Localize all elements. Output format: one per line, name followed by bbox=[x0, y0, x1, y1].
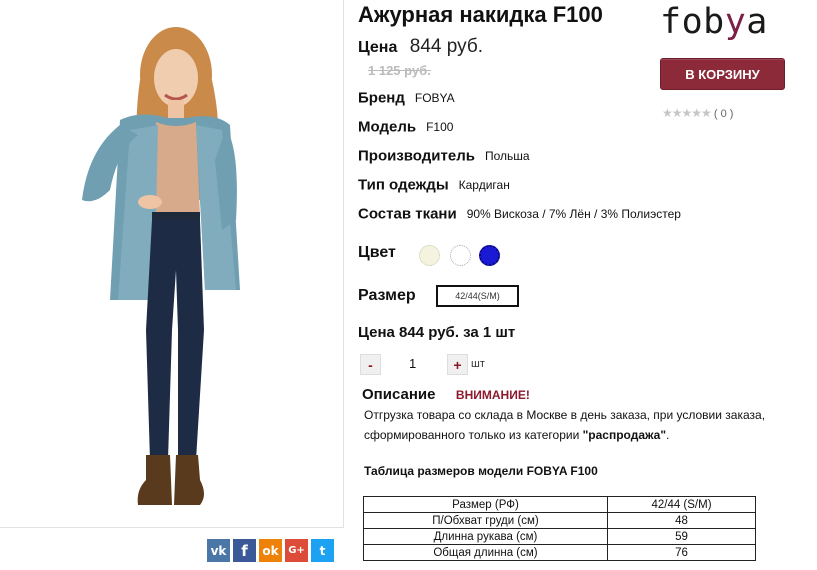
price-label: Цена bbox=[358, 39, 398, 56]
color-swatch-white[interactable] bbox=[450, 245, 471, 266]
spec-fabric-value: 90% Вискоза / 7% Лён / 3% Полиэстер bbox=[466, 206, 681, 221]
table-cell: 42/44 (S/M) bbox=[607, 496, 756, 513]
quantity-value[interactable]: 1 bbox=[409, 356, 416, 371]
spec-maker: Производитель Польша bbox=[358, 147, 530, 165]
price-row: Цена 844 руб. bbox=[358, 36, 483, 58]
spec-model-label: Модель bbox=[358, 118, 417, 136]
twitter-icon[interactable]: t bbox=[311, 539, 334, 562]
spec-model-value: F100 bbox=[426, 119, 454, 134]
table-cell: 76 bbox=[607, 544, 756, 561]
color-label-row: Цвет bbox=[358, 244, 396, 262]
product-photo[interactable] bbox=[0, 0, 344, 528]
table-row: П/Обхват груди (см) 48 bbox=[363, 512, 756, 529]
spec-type-label: Тип одежды bbox=[358, 176, 449, 194]
vk-icon[interactable]: vk bbox=[207, 539, 230, 562]
quantity-unit: шт bbox=[471, 358, 485, 370]
old-price: 1 125 руб. bbox=[368, 63, 431, 78]
unit-price: Цена 844 руб. за 1 шт bbox=[358, 324, 516, 341]
description-text: Отгрузка товара со склада в Москве в ден… bbox=[364, 408, 766, 442]
odnoklassniki-icon[interactable]: ok bbox=[259, 539, 282, 562]
size-option[interactable]: 42/44(S/M) bbox=[436, 285, 519, 307]
table-cell: 59 bbox=[607, 528, 756, 545]
table-row: Общая длинна (см) 76 bbox=[363, 544, 756, 561]
color-swatch-cream[interactable] bbox=[419, 245, 440, 266]
google-plus-icon[interactable]: G+ bbox=[285, 539, 308, 562]
spec-brand: Бренд FOBYA bbox=[358, 89, 455, 107]
table-cell: П/Обхват груди (см) bbox=[363, 512, 608, 529]
spec-fabric: Состав ткани 90% Вискоза / 7% Лён / 3% По… bbox=[358, 205, 681, 223]
table-row: Длинна рукава (см) 59 bbox=[363, 528, 756, 545]
size-table: Размер (РФ) 42/44 (S/M) П/Обхват груди (… bbox=[363, 496, 756, 561]
description-warning: ВНИМАНИЕ! bbox=[455, 388, 530, 402]
add-to-cart-button[interactable]: В КОРЗИНУ bbox=[660, 58, 785, 90]
product-title: Ажурная накидка F100 bbox=[358, 2, 603, 27]
spec-model: Модель F100 bbox=[358, 118, 453, 136]
table-cell: Размер (РФ) bbox=[363, 496, 608, 513]
color-swatch-blue[interactable] bbox=[479, 245, 500, 266]
spec-maker-value: Польша bbox=[484, 148, 530, 163]
spec-brand-label: Бренд bbox=[358, 89, 405, 107]
table-cell: Общая длинна (см) bbox=[363, 544, 608, 561]
facebook-icon[interactable]: f bbox=[233, 539, 256, 562]
rating-count: ( 0 ) bbox=[713, 108, 734, 120]
table-cell: Длинна рукава (см) bbox=[363, 528, 608, 545]
size-label: Размер bbox=[358, 287, 416, 304]
spec-fabric-label: Состав ткани bbox=[358, 205, 457, 223]
quantity-increase-button[interactable]: + bbox=[447, 354, 468, 375]
rating-stars-icon[interactable]: ★★★★★ bbox=[662, 106, 712, 120]
description-header: Описание ВНИМАНИЕ! bbox=[362, 386, 530, 404]
social-share-bar: vk f ok G+ t bbox=[207, 539, 334, 562]
table-cell: 48 bbox=[607, 512, 756, 529]
price-value: 844 руб. bbox=[409, 36, 484, 57]
quantity-decrease-button[interactable]: - bbox=[360, 354, 381, 375]
spec-type-value: Кардиган bbox=[458, 177, 510, 192]
brand-logo[interactable]: fobya bbox=[660, 2, 768, 42]
table-row: Размер (РФ) 42/44 (S/M) bbox=[363, 496, 756, 513]
description-label: Описание bbox=[362, 386, 436, 403]
spec-brand-value: FOBYA bbox=[414, 90, 455, 105]
size-table-title: Таблица размеров модели FOBYA F100 bbox=[364, 464, 598, 478]
color-label: Цвет bbox=[358, 244, 396, 261]
spec-type: Тип одежды Кардиган bbox=[358, 176, 510, 194]
rating[interactable]: ★★★★★ ( 0 ) bbox=[662, 106, 733, 120]
spec-maker-label: Производитель bbox=[358, 147, 475, 165]
